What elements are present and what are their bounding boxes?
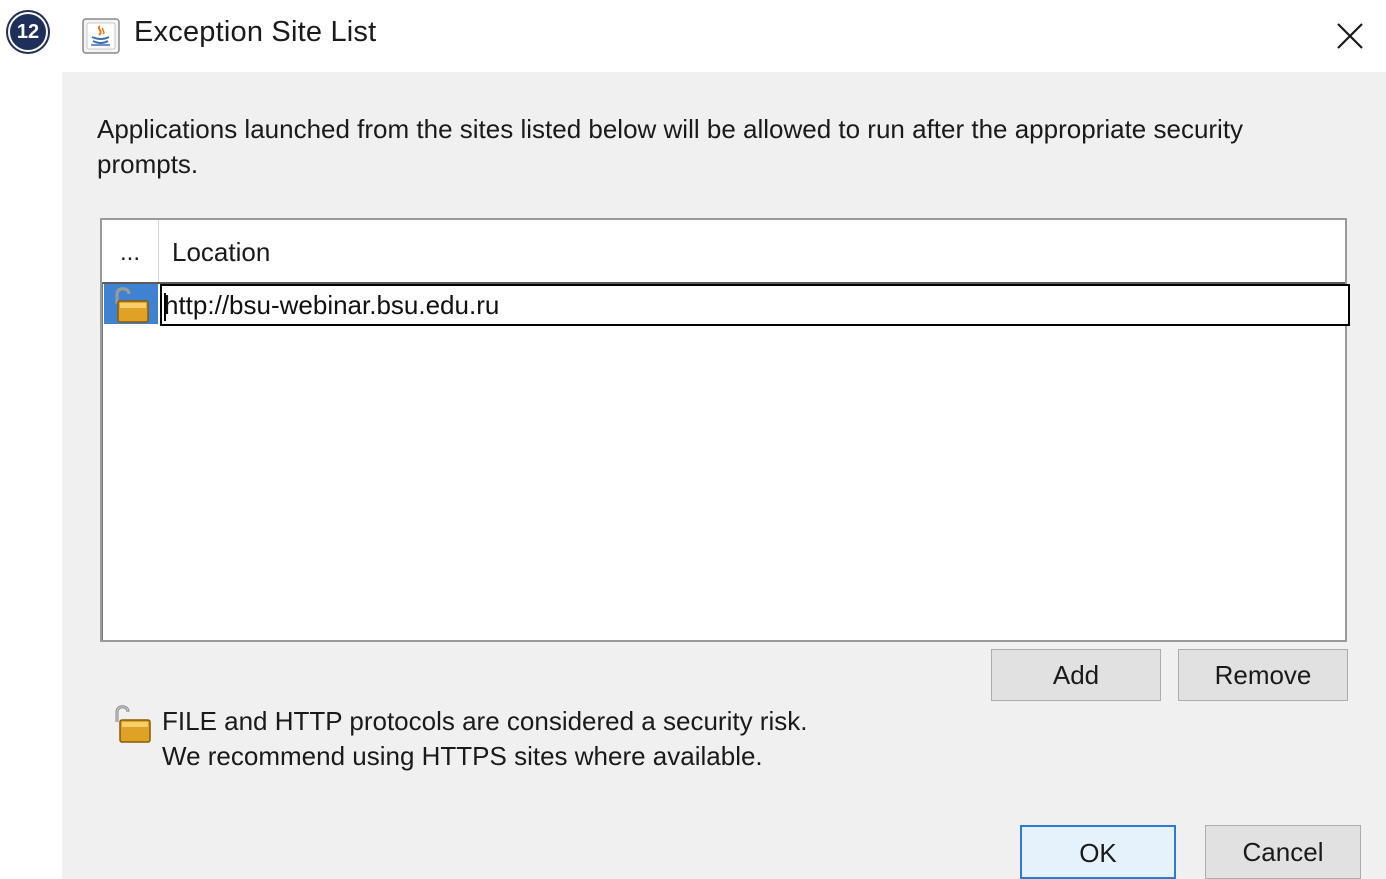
warning-line-1: FILE and HTTP protocols are considered a…	[162, 706, 808, 736]
window-title: Exception Site List	[134, 16, 377, 48]
column-header-location[interactable]: Location	[172, 220, 270, 282]
remove-button[interactable]: Remove	[1178, 649, 1348, 701]
location-edit-field[interactable]: http://bsu-webinar.bsu.edu.ru	[160, 284, 1350, 326]
intro-text: Applications launched from the sites lis…	[97, 114, 1244, 179]
close-button[interactable]	[1328, 14, 1372, 58]
java-cup-icon	[82, 18, 120, 54]
unlocked-padlock-icon	[110, 702, 154, 746]
unlocked-padlock-icon	[115, 287, 149, 323]
column-header-icon[interactable]: ...	[102, 220, 159, 282]
security-warning: FILE and HTTP protocols are considered a…	[162, 704, 807, 774]
dialog-body: Applications launched from the sites lis…	[62, 72, 1386, 879]
close-icon	[1337, 23, 1363, 49]
row-icon-cell[interactable]	[104, 284, 158, 324]
warning-line-2: We recommend using HTTPS sites where ava…	[162, 741, 763, 771]
table-header: ... Location	[102, 220, 1345, 282]
location-value[interactable]: http://bsu-webinar.bsu.edu.ru	[164, 290, 499, 320]
add-button[interactable]: Add	[991, 649, 1161, 701]
window-titlebar: Exception Site List	[62, 0, 1386, 72]
step-marker: 12	[8, 12, 48, 52]
table-row[interactable]: http://bsu-webinar.bsu.edu.ru	[104, 284, 1350, 326]
ok-button[interactable]: OK	[1020, 825, 1176, 879]
table-body[interactable]	[102, 282, 1345, 640]
cancel-button[interactable]: Cancel	[1205, 825, 1361, 879]
exception-site-table[interactable]: ... Location http://bsu-webinar.bsu.edu.…	[100, 218, 1350, 642]
screenshot-canvas: 12 Exception Site List Applications laun…	[0, 0, 1386, 879]
